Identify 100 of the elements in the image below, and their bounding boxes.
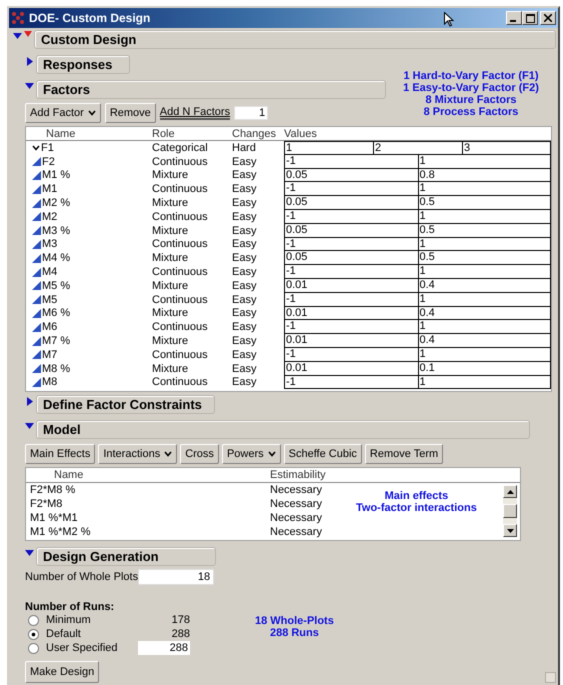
value-field[interactable]: 1 (418, 265, 551, 279)
value-field[interactable]: 0.05 (284, 251, 418, 266)
disclosure-icon[interactable] (25, 397, 34, 406)
close-button[interactable] (540, 11, 556, 25)
model-button[interactable]: Remove Term (364, 444, 444, 464)
factor-name[interactable]: M5 (42, 294, 58, 306)
model-button[interactable]: Main Effects (25, 444, 96, 464)
section-header[interactable]: Model (36, 420, 530, 440)
radio-button[interactable] (28, 642, 39, 654)
scrollbar[interactable] (503, 485, 517, 538)
scroll-up-icon[interactable] (506, 490, 514, 494)
runs-field[interactable]: 288 (138, 641, 190, 656)
maximize-button[interactable] (522, 11, 538, 25)
table-cell-text: Easy (232, 197, 258, 210)
radio-button[interactable] (28, 614, 39, 626)
value-field[interactable]: 1 (418, 320, 551, 334)
value-field[interactable]: -1 (284, 348, 418, 362)
radio-button[interactable] (28, 628, 39, 640)
value-field[interactable]: 0.01 (284, 278, 418, 293)
factor-name[interactable]: M8 % (42, 362, 70, 375)
value-field[interactable]: 0.01 (284, 362, 418, 376)
term-name[interactable]: F2*M8 % (30, 484, 76, 496)
value-field[interactable]: -1 (284, 238, 418, 252)
chevron-icon[interactable] (32, 144, 40, 152)
section-header[interactable]: Design Generation (36, 547, 216, 566)
factor-name[interactable]: M4 % (42, 252, 70, 264)
disclosure-icon[interactable] (25, 57, 34, 66)
value-field[interactable]: 1 (418, 348, 551, 362)
factor-name[interactable]: M3 (42, 238, 58, 250)
factor-name[interactable]: F1 (41, 142, 54, 154)
term-name[interactable]: M1 %*M1 (30, 512, 78, 524)
term-name[interactable]: F2*M8 (30, 498, 62, 510)
value-field[interactable]: 2 (373, 141, 462, 155)
value-field[interactable]: 0.5 (418, 196, 551, 210)
value-field[interactable]: -1 (284, 292, 418, 307)
dropdown-button[interactable]: Interactions (98, 444, 178, 464)
value-field[interactable]: 0.5 (418, 251, 551, 266)
value-field[interactable]: 0.4 (418, 334, 551, 348)
radio-label[interactable]: Default (46, 628, 118, 640)
factor-name[interactable]: M2 % (42, 197, 70, 210)
model-button[interactable]: Cross (180, 444, 219, 464)
minimize-button[interactable] (506, 11, 522, 25)
value-field[interactable]: 1 (418, 210, 551, 224)
resize-grip[interactable] (545, 672, 556, 683)
make-design-button[interactable]: Make Design (25, 661, 100, 684)
section-header[interactable]: Factors (36, 80, 386, 99)
value-field[interactable]: 1 (418, 238, 551, 252)
value-field[interactable]: -1 (284, 265, 418, 279)
factor-name[interactable]: M7 (42, 348, 58, 361)
value-field[interactable]: 0.5 (418, 224, 551, 238)
value-field[interactable]: 1 (284, 141, 373, 155)
value-field[interactable]: 1 (418, 154, 551, 169)
factor-name[interactable]: M4 (42, 266, 58, 278)
value-field[interactable]: 1 (418, 376, 551, 390)
whole-plots-field[interactable]: 18 (138, 569, 214, 586)
factor-name[interactable]: M1 (42, 183, 58, 196)
factor-name[interactable]: M5 % (42, 280, 70, 292)
value-field[interactable]: 0.4 (418, 306, 551, 320)
value-field[interactable]: 0.01 (284, 334, 418, 348)
remove-button[interactable]: Remove (104, 103, 156, 123)
radio-label[interactable]: Minimum (46, 614, 118, 626)
value-field[interactable]: 0.01 (284, 306, 418, 320)
value-field[interactable]: 0.1 (418, 362, 551, 376)
factor-name[interactable]: M2 (42, 210, 58, 223)
term-name[interactable]: M1 %*M2 % (30, 526, 91, 538)
disclosure-icon[interactable] (13, 32, 22, 41)
menu-icon[interactable] (24, 30, 32, 38)
factor-count-field[interactable]: 1 (234, 106, 268, 120)
value-field[interactable]: -1 (284, 154, 418, 169)
section-header[interactable]: Define Factor Constraints (36, 395, 215, 414)
add-factors-link[interactable]: Add N Factors (160, 106, 230, 120)
disclosure-icon[interactable] (25, 549, 34, 558)
value-field[interactable]: 0.05 (284, 224, 418, 238)
value-field[interactable]: 3 (462, 141, 551, 155)
model-button[interactable]: Scheffe Cubic (284, 444, 362, 464)
factor-name[interactable]: M3 % (42, 224, 70, 237)
section-header[interactable]: Custom Design (34, 30, 556, 49)
value-field[interactable]: 0.05 (284, 168, 418, 182)
value-field[interactable]: 0.8 (418, 168, 551, 182)
value-field[interactable]: 0.4 (418, 278, 551, 293)
value-field[interactable]: 0.05 (284, 196, 418, 210)
factor-name[interactable]: F2 (42, 156, 55, 168)
value-field[interactable]: -1 (284, 320, 418, 334)
factor-name[interactable]: M7 % (42, 335, 70, 348)
factor-name[interactable]: M8 (42, 376, 58, 388)
factor-name[interactable]: M6 % (42, 307, 70, 320)
value-field[interactable]: 1 (418, 182, 551, 196)
value-field[interactable]: -1 (284, 376, 418, 390)
dropdown-button[interactable]: Powers (222, 444, 281, 464)
radio-label[interactable]: User Specified (46, 642, 118, 654)
scroll-down-icon[interactable] (506, 528, 514, 533)
factor-name[interactable]: M1 % (42, 169, 70, 182)
disclosure-icon[interactable] (25, 82, 34, 91)
section-header[interactable]: Responses (36, 55, 130, 74)
value-field[interactable]: -1 (284, 182, 418, 196)
disclosure-icon[interactable] (25, 422, 34, 432)
value-field[interactable]: 1 (418, 292, 551, 307)
add-factor-dropdown[interactable]: Add Factor (25, 103, 101, 123)
factor-name[interactable]: M6 (42, 321, 58, 334)
value-field[interactable]: -1 (284, 210, 418, 224)
